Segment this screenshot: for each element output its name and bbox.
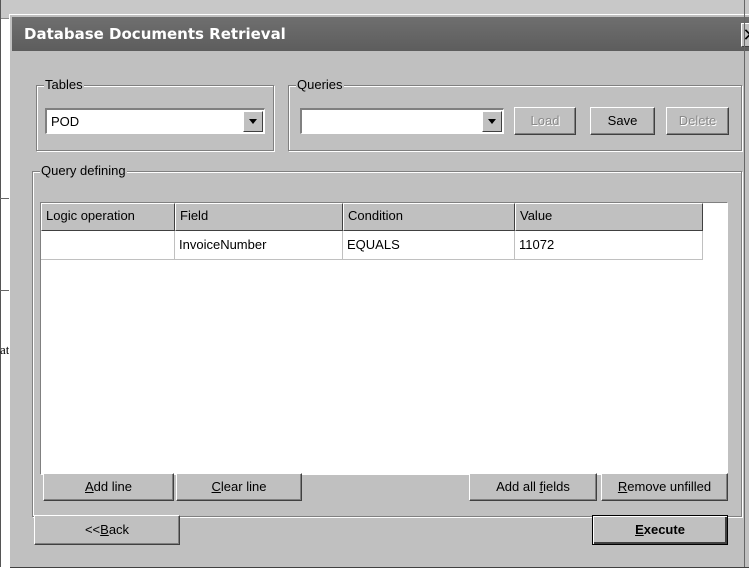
chevron-down-icon[interactable] xyxy=(482,111,502,132)
queries-select[interactable] xyxy=(300,108,504,134)
mnemonic: A xyxy=(85,479,94,494)
clear-line-button[interactable]: Clear line xyxy=(176,473,302,501)
button-label: ields xyxy=(543,479,570,494)
execute-button[interactable]: Execute xyxy=(592,515,728,545)
dialog-window: Database Documents Retrieval ✕ Tables PO… xyxy=(9,14,749,568)
cell-logic[interactable] xyxy=(41,231,175,260)
queries-group: Queries Load Save Delete xyxy=(288,77,742,151)
tables-select[interactable]: POD xyxy=(45,108,265,134)
add-line-button[interactable]: Add line xyxy=(43,473,174,501)
mnemonic: R xyxy=(617,479,628,494)
cell-value[interactable]: 11072 xyxy=(515,231,703,260)
load-button[interactable]: Load xyxy=(514,107,576,135)
button-label: ack xyxy=(108,522,130,537)
delete-button[interactable]: Delete xyxy=(666,107,729,135)
background-window-edge xyxy=(744,0,745,567)
background-text-fragment: at xyxy=(0,342,10,357)
close-button[interactable]: ✕ xyxy=(741,23,749,47)
mnemonic: C xyxy=(211,479,221,494)
column-header-field[interactable]: Field xyxy=(175,203,343,231)
column-header-logic[interactable]: Logic operation xyxy=(41,203,175,231)
cell-condition[interactable]: EQUALS xyxy=(343,231,515,260)
query-defining-label: Query defining xyxy=(40,163,127,179)
tables-selected-value: POD xyxy=(51,114,80,129)
table-row[interactable]: InvoiceNumber EQUALS 11072 xyxy=(41,231,703,260)
tables-group-label: Tables xyxy=(44,77,84,93)
column-header-condition[interactable]: Condition xyxy=(343,203,515,231)
remove-unfilled-button[interactable]: Remove unfilled xyxy=(601,473,728,501)
button-label: Add all xyxy=(496,479,540,494)
button-label: dd line xyxy=(93,479,132,494)
queries-group-label: Queries xyxy=(296,77,344,93)
button-label: << xyxy=(84,522,101,537)
column-header-value[interactable]: Value xyxy=(515,203,703,231)
background-window-edge xyxy=(0,0,1,567)
mnemonic: E xyxy=(635,522,644,537)
mnemonic: B xyxy=(100,522,109,537)
grid-header: Logic operation Field Condition Value xyxy=(41,203,703,231)
button-label: xecute xyxy=(643,522,685,537)
add-all-fields-button[interactable]: Add all fields xyxy=(469,473,597,501)
cell-field[interactable]: InvoiceNumber xyxy=(175,231,343,260)
query-grid[interactable]: Logic operation Field Condition Value In… xyxy=(40,202,728,475)
chevron-down-icon[interactable] xyxy=(243,111,263,132)
save-button[interactable]: Save xyxy=(590,107,655,135)
button-label: lear line xyxy=(220,479,267,494)
button-label: emove unfilled xyxy=(627,479,712,494)
title-bar[interactable]: Database Documents Retrieval ✕ xyxy=(12,17,749,51)
back-button[interactable]: <<Back xyxy=(34,515,180,545)
window-title: Database Documents Retrieval xyxy=(24,25,286,43)
tables-group: Tables POD xyxy=(36,77,274,151)
